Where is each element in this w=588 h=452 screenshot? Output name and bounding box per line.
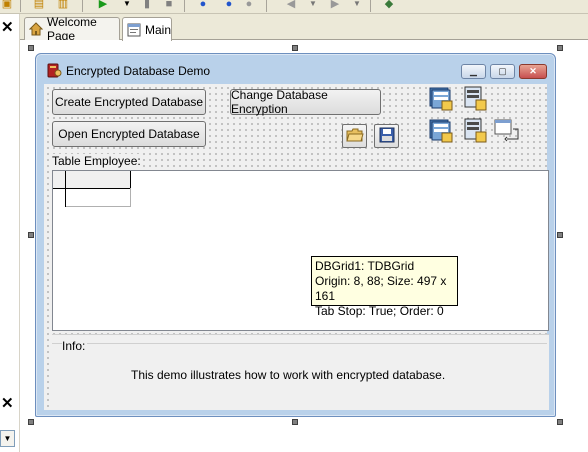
toolbar-separator: [184, 0, 185, 12]
toolbar-separator: [266, 0, 267, 12]
step-over-icon[interactable]: ●: [222, 0, 236, 11]
house-icon: [28, 22, 44, 36]
resize-handle[interactable]: [28, 232, 34, 238]
resize-handle[interactable]: [28, 45, 34, 51]
resize-handle[interactable]: [28, 419, 34, 425]
toolbar-separator: [370, 0, 371, 12]
table-employee-label: Table Employee:: [52, 154, 143, 168]
datasource-component-icon[interactable]: [428, 117, 455, 144]
minimize-button[interactable]: ▁: [461, 64, 486, 79]
save-project-icon[interactable]: ▥: [56, 0, 70, 11]
back-dropdown-icon[interactable]: ▼: [306, 0, 320, 11]
open-folder-button[interactable]: [342, 124, 367, 148]
dialog-component-icon[interactable]: [493, 117, 520, 144]
stop-icon[interactable]: ■: [162, 0, 176, 11]
chevron-down-icon[interactable]: ▼: [0, 430, 15, 447]
employee-db-grid[interactable]: [52, 170, 549, 331]
save-button[interactable]: [374, 124, 399, 148]
open-project-icon[interactable]: ▤: [32, 0, 46, 11]
forward-dropdown-icon[interactable]: ▼: [350, 0, 364, 11]
tooltip-line: DBGrid1: TDBGrid: [315, 259, 415, 273]
floppy-disk-icon: [379, 127, 395, 146]
groupbox-frame: [52, 343, 547, 344]
run-to-cursor-icon[interactable]: ●: [242, 0, 256, 11]
info-description: This demo illustrates how to work with e…: [131, 368, 446, 382]
tab-label: Main: [145, 22, 172, 37]
form-window[interactable]: Encrypted Database Demo ▁ ▢ ✕ Create Enc…: [35, 53, 556, 417]
grid-cell[interactable]: [66, 188, 131, 207]
form-titlebar[interactable]: Encrypted Database Demo ▁ ▢ ✕: [36, 54, 555, 84]
maximize-button[interactable]: ▢: [490, 64, 515, 79]
create-encrypted-database-button[interactable]: Create Encrypted Database: [52, 89, 206, 115]
tooltip-line: Origin: 8, 88; Size: 497 x 161: [315, 274, 447, 303]
editor-tabs: Welcome Page Main: [20, 14, 588, 43]
database-key-icon: [46, 62, 62, 78]
save-all-icon[interactable]: ▣: [0, 0, 14, 11]
form-title: Encrypted Database Demo: [66, 64, 211, 78]
back-icon[interactable]: ◀: [284, 0, 298, 11]
resize-handle[interactable]: [557, 232, 563, 238]
toolbar-separator: [82, 0, 83, 12]
resize-handle[interactable]: [557, 419, 563, 425]
query-component-icon[interactable]: [462, 117, 489, 144]
tooltip-line: Tab Stop: True; Order: 0: [315, 304, 444, 318]
forward-icon[interactable]: ▶: [328, 0, 342, 11]
resize-handle[interactable]: [557, 45, 563, 51]
trace-into-icon[interactable]: ●: [196, 0, 210, 11]
pause-icon[interactable]: ▮: [140, 0, 154, 11]
left-dock-panel: ✕ ✕ ▼: [0, 14, 20, 452]
table-component-icon[interactable]: [428, 85, 455, 112]
folder-open-icon: [345, 128, 364, 145]
help-book-icon[interactable]: ◆: [382, 0, 396, 11]
form-icon: [127, 23, 141, 37]
toolbar-separator: [20, 0, 21, 12]
change-database-encryption-button[interactable]: Change Database Encryption: [230, 88, 381, 116]
tab-main[interactable]: Main: [122, 17, 172, 41]
component-hint-tooltip: DBGrid1: TDBGrid Origin: 8, 88; Size: 49…: [311, 256, 458, 318]
close-icon[interactable]: ✕: [1, 20, 14, 35]
close-button[interactable]: ✕: [519, 64, 547, 79]
database-component-icon[interactable]: [462, 85, 489, 112]
open-encrypted-database-button[interactable]: Open Encrypted Database: [52, 121, 206, 147]
grid-indicator-column: [53, 171, 66, 207]
tab-welcome-page[interactable]: Welcome Page: [24, 15, 120, 43]
form-client-area: Create Encrypted Database Change Databas…: [44, 84, 549, 410]
close-icon[interactable]: ✕: [1, 396, 14, 411]
ide-toolbar: ▣ ▤ ▥ ▶ ▼ ▮ ■ ● ● ● ◀ ▼ ▶ ▼ ◆: [0, 0, 588, 14]
resize-handle[interactable]: [292, 45, 298, 51]
tab-label: Welcome Page: [47, 15, 97, 43]
run-dropdown-icon[interactable]: ▼: [120, 0, 134, 11]
info-label: Info:: [62, 339, 88, 353]
resize-handle[interactable]: [292, 419, 298, 425]
info-groupbox: Info: This demo illustrates how to work …: [52, 334, 549, 410]
run-icon[interactable]: ▶: [96, 0, 110, 11]
